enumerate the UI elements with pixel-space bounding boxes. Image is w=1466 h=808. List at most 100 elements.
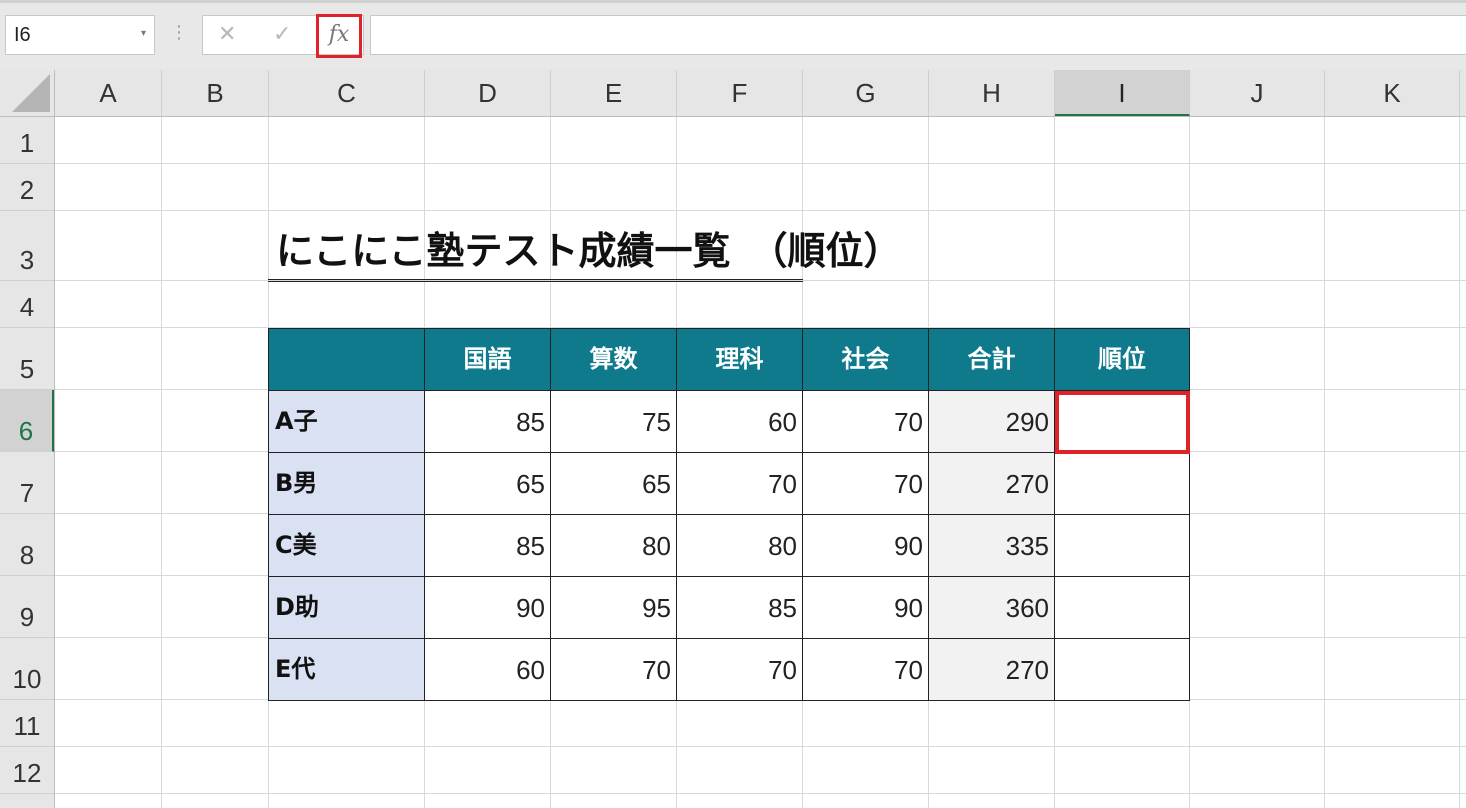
column-header-row: A B C D E F G H I J K <box>0 70 1466 117</box>
insert-function-button[interactable]: fx <box>316 14 362 58</box>
score-cell[interactable]: 80 <box>550 514 677 577</box>
row-header-11[interactable]: 11 <box>0 700 54 747</box>
gridline <box>55 793 1466 794</box>
name-box[interactable]: I6 ▾ <box>5 15 155 55</box>
row-header-label: 5 <box>19 354 35 384</box>
score-cell[interactable]: 70 <box>550 638 677 701</box>
row-header-2[interactable]: 2 <box>0 164 54 211</box>
cancel-icon[interactable]: ✕ <box>218 22 236 47</box>
row-header-4[interactable]: 4 <box>0 281 54 328</box>
enter-checkmark-icon[interactable]: ✓ <box>273 22 291 47</box>
formula-input[interactable] <box>370 15 1466 55</box>
score-cell[interactable]: 90 <box>424 576 551 639</box>
score-cell[interactable]: 75 <box>550 390 677 453</box>
score-cell[interactable]: 95 <box>550 576 677 639</box>
score-cell[interactable]: 85 <box>676 576 803 639</box>
row-header-label: 2 <box>19 175 35 205</box>
row-header-6[interactable]: 6 <box>0 390 54 452</box>
column-header-g[interactable]: G <box>803 70 929 116</box>
gridline <box>161 117 162 808</box>
rank-cell[interactable] <box>1054 514 1190 577</box>
title-double-underline <box>268 279 803 282</box>
total-cell[interactable]: 360 <box>928 576 1055 639</box>
total-cell[interactable]: 335 <box>928 514 1055 577</box>
table-header-rika[interactable]: 理科 <box>676 328 803 391</box>
rank-cell[interactable] <box>1054 576 1190 639</box>
select-all-button[interactable] <box>0 70 55 116</box>
student-name-cell[interactable]: A子 <box>268 390 425 453</box>
score-cell[interactable]: 90 <box>802 514 929 577</box>
column-header-f[interactable]: F <box>677 70 803 116</box>
column-header-k[interactable]: K <box>1325 70 1460 116</box>
row-header-label: 8 <box>19 540 35 570</box>
score-cell[interactable]: 70 <box>802 452 929 515</box>
chevron-down-icon[interactable]: ▾ <box>141 28 146 39</box>
total-cell[interactable]: 270 <box>928 452 1055 515</box>
gridline <box>1459 117 1460 808</box>
column-header-b[interactable]: B <box>162 70 269 116</box>
column-header-d[interactable]: D <box>425 70 551 116</box>
selected-cell-highlight[interactable] <box>1055 391 1190 454</box>
row-header-3[interactable]: 3 <box>0 211 54 281</box>
score-cell[interactable]: 70 <box>802 390 929 453</box>
row-header-5[interactable]: 5 <box>0 328 54 390</box>
score-cell[interactable]: 70 <box>676 452 803 515</box>
row-header-label: 4 <box>19 292 35 322</box>
gridline <box>55 210 1466 211</box>
row-header-label: 1 <box>19 128 35 158</box>
table-header-sansu[interactable]: 算数 <box>550 328 677 391</box>
formula-bar-area: I6 ▾ ⋮ ✕ ✓ fx <box>0 0 1466 70</box>
student-name-cell[interactable]: C美 <box>268 514 425 577</box>
table-header-shakai[interactable]: 社会 <box>802 328 929 391</box>
column-header-c[interactable]: C <box>269 70 425 116</box>
column-header-j[interactable]: J <box>1190 70 1325 116</box>
gridline <box>1324 117 1325 808</box>
column-header-i[interactable]: I <box>1055 70 1190 116</box>
column-header-a[interactable]: A <box>55 70 162 116</box>
table-header-total[interactable]: 合計 <box>928 328 1055 391</box>
row-header-7[interactable]: 7 <box>0 452 54 514</box>
drag-handle-icon[interactable]: ⋮ <box>170 22 188 43</box>
sheet-title[interactable]: にこにこ塾テスト成績一覧 （順位） <box>276 220 901 275</box>
row-header-1[interactable]: 1 <box>0 117 54 164</box>
row-header-label: 12 <box>12 758 42 788</box>
score-cell[interactable]: 70 <box>676 638 803 701</box>
gridline <box>55 746 1466 747</box>
score-cell[interactable]: 65 <box>424 452 551 515</box>
student-name-cell[interactable]: E代 <box>268 638 425 701</box>
score-cell[interactable]: 80 <box>676 514 803 577</box>
row-header-label: 11 <box>13 711 41 741</box>
score-cell[interactable]: 85 <box>424 514 551 577</box>
gridline <box>55 163 1466 164</box>
rank-cell[interactable] <box>1054 638 1190 701</box>
select-all-triangle-icon <box>12 74 50 112</box>
row-header-12[interactable]: 12 <box>0 747 54 794</box>
rank-cell[interactable] <box>1054 452 1190 515</box>
row-header-label: 3 <box>19 245 35 275</box>
score-cell[interactable]: 60 <box>676 390 803 453</box>
row-header-label: 9 <box>19 602 35 632</box>
row-header-column: 1 2 3 4 5 6 7 8 9 10 11 12 <box>0 117 55 808</box>
formula-buttons: ✕ ✓ fx <box>202 14 364 58</box>
column-header-h[interactable]: H <box>929 70 1055 116</box>
column-header-e[interactable]: E <box>551 70 677 116</box>
table-header-blank[interactable] <box>268 328 425 391</box>
row-header-8[interactable]: 8 <box>0 514 54 576</box>
total-cell[interactable]: 270 <box>928 638 1055 701</box>
score-cell[interactable]: 65 <box>550 452 677 515</box>
row-header-10[interactable]: 10 <box>0 638 54 700</box>
row-header-label: 6 <box>18 416 34 446</box>
score-cell[interactable]: 90 <box>802 576 929 639</box>
row-header-label: 10 <box>12 664 42 694</box>
student-name-cell[interactable]: B男 <box>268 452 425 515</box>
row-header-label: 7 <box>19 478 35 508</box>
table-header-rank[interactable]: 順位 <box>1054 328 1190 391</box>
score-cell[interactable]: 70 <box>802 638 929 701</box>
table-header-kokugo[interactable]: 国語 <box>424 328 551 391</box>
student-name-cell[interactable]: D助 <box>268 576 425 639</box>
row-header-9[interactable]: 9 <box>0 576 54 638</box>
name-box-value: I6 <box>14 24 31 46</box>
score-cell[interactable]: 85 <box>424 390 551 453</box>
total-cell[interactable]: 290 <box>928 390 1055 453</box>
score-cell[interactable]: 60 <box>424 638 551 701</box>
